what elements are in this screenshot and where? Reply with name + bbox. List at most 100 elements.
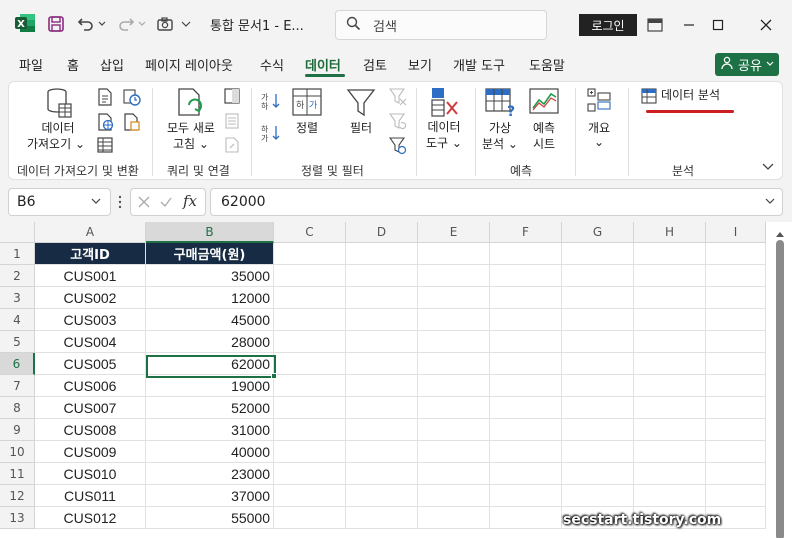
- cell-e3[interactable]: [418, 287, 490, 309]
- filter-icon[interactable]: [346, 88, 376, 121]
- cancel-icon[interactable]: [137, 195, 151, 212]
- cell-f12[interactable]: [490, 485, 562, 507]
- cell-b6[interactable]: 62000: [146, 353, 274, 375]
- cell-i11[interactable]: [706, 463, 766, 485]
- formula-input[interactable]: 62000: [210, 188, 783, 216]
- redo-dropdown-icon[interactable]: [136, 12, 148, 36]
- data-analysis-button[interactable]: 데이터 분석: [661, 88, 720, 103]
- tab-formulas[interactable]: 수식: [260, 55, 284, 74]
- cell-b5[interactable]: 28000: [146, 331, 274, 353]
- cell-f9[interactable]: [490, 419, 562, 441]
- cell-g11[interactable]: [562, 463, 634, 485]
- cell-c1[interactable]: [274, 243, 346, 265]
- forecast-sheet-icon[interactable]: [529, 88, 559, 119]
- get-data-icon[interactable]: [45, 87, 73, 122]
- cell-h7[interactable]: [634, 375, 706, 397]
- cell-g2[interactable]: [562, 265, 634, 287]
- cell-g6[interactable]: [562, 353, 634, 375]
- row-header-3[interactable]: 3: [0, 287, 35, 309]
- vertical-scrollbar[interactable]: [770, 222, 792, 538]
- enter-icon[interactable]: [159, 195, 173, 212]
- cell-b9[interactable]: 31000: [146, 419, 274, 441]
- cell-a7[interactable]: CUS006: [35, 375, 146, 397]
- cell-d6[interactable]: [346, 353, 418, 375]
- cell-e9[interactable]: [418, 419, 490, 441]
- row-header-8[interactable]: 8: [0, 397, 35, 419]
- cell-h3[interactable]: [634, 287, 706, 309]
- cell-f2[interactable]: [490, 265, 562, 287]
- refresh-all-icon[interactable]: [175, 87, 207, 122]
- outline-icon[interactable]: [586, 87, 612, 118]
- cell-i9[interactable]: [706, 419, 766, 441]
- cell-d10[interactable]: [346, 441, 418, 463]
- cell-d7[interactable]: [346, 375, 418, 397]
- cell-i10[interactable]: [706, 441, 766, 463]
- cell-d8[interactable]: [346, 397, 418, 419]
- tab-file[interactable]: 파일: [19, 55, 43, 74]
- camera-icon[interactable]: [153, 12, 177, 36]
- cell-i4[interactable]: [706, 309, 766, 331]
- cell-b10[interactable]: 40000: [146, 441, 274, 463]
- cell-c9[interactable]: [274, 419, 346, 441]
- cell-f10[interactable]: [490, 441, 562, 463]
- cell-a5[interactable]: CUS004: [35, 331, 146, 353]
- column-header-f[interactable]: F: [490, 222, 562, 243]
- cell-g8[interactable]: [562, 397, 634, 419]
- clear-filter-icon[interactable]: [388, 88, 407, 109]
- collapse-ribbon-icon[interactable]: [762, 160, 774, 174]
- cell-a12[interactable]: CUS011: [35, 485, 146, 507]
- cell-b4[interactable]: 45000: [146, 309, 274, 331]
- outline-label[interactable]: 개요: [581, 121, 617, 136]
- from-text-icon[interactable]: [97, 88, 113, 109]
- cell-a6[interactable]: CUS005: [35, 353, 146, 375]
- queries-connections-icon[interactable]: [224, 88, 240, 107]
- cell-d1[interactable]: [346, 243, 418, 265]
- cell-c10[interactable]: [274, 441, 346, 463]
- row-header-6[interactable]: 6: [0, 353, 35, 375]
- cell-d2[interactable]: [346, 265, 418, 287]
- save-icon[interactable]: [44, 12, 68, 36]
- cell-a13[interactable]: CUS012: [35, 507, 146, 529]
- cell-i8[interactable]: [706, 397, 766, 419]
- properties-icon[interactable]: [224, 113, 240, 132]
- cell-e2[interactable]: [418, 265, 490, 287]
- row-header-12[interactable]: 12: [0, 485, 35, 507]
- cell-f6[interactable]: [490, 353, 562, 375]
- cell-g4[interactable]: [562, 309, 634, 331]
- cell-a11[interactable]: CUS010: [35, 463, 146, 485]
- tab-review[interactable]: 검토: [363, 55, 387, 74]
- cell-h4[interactable]: [634, 309, 706, 331]
- cell-a1[interactable]: 고객ID: [35, 243, 146, 265]
- select-all-corner[interactable]: [0, 222, 35, 243]
- cell-c3[interactable]: [274, 287, 346, 309]
- cell-f13[interactable]: [490, 507, 562, 529]
- cell-g5[interactable]: [562, 331, 634, 353]
- cell-f8[interactable]: [490, 397, 562, 419]
- tab-page-layout[interactable]: 페이지 레이아웃: [145, 55, 233, 74]
- row-header-11[interactable]: 11: [0, 463, 35, 485]
- cell-h8[interactable]: [634, 397, 706, 419]
- search-input[interactable]: 검색: [335, 10, 547, 40]
- cell-e12[interactable]: [418, 485, 490, 507]
- cell-h9[interactable]: [634, 419, 706, 441]
- row-header-13[interactable]: 13: [0, 507, 35, 529]
- cell-d12[interactable]: [346, 485, 418, 507]
- cell-c11[interactable]: [274, 463, 346, 485]
- cell-a2[interactable]: CUS001: [35, 265, 146, 287]
- cell-e11[interactable]: [418, 463, 490, 485]
- tab-view[interactable]: 보기: [408, 55, 432, 74]
- cell-i6[interactable]: [706, 353, 766, 375]
- what-if-button[interactable]: 분석 ⌄: [475, 137, 525, 152]
- customize-toolbar-icon[interactable]: [179, 12, 193, 36]
- cell-f11[interactable]: [490, 463, 562, 485]
- tab-developer[interactable]: 개발 도구: [453, 55, 505, 74]
- cell-g12[interactable]: [562, 485, 634, 507]
- cell-f4[interactable]: [490, 309, 562, 331]
- existing-connections-icon[interactable]: [123, 113, 141, 134]
- advanced-filter-icon[interactable]: [388, 137, 407, 158]
- redo-icon[interactable]: [114, 12, 138, 36]
- cell-f5[interactable]: [490, 331, 562, 353]
- expand-formula-icon[interactable]: [764, 195, 776, 211]
- cell-c4[interactable]: [274, 309, 346, 331]
- cell-e4[interactable]: [418, 309, 490, 331]
